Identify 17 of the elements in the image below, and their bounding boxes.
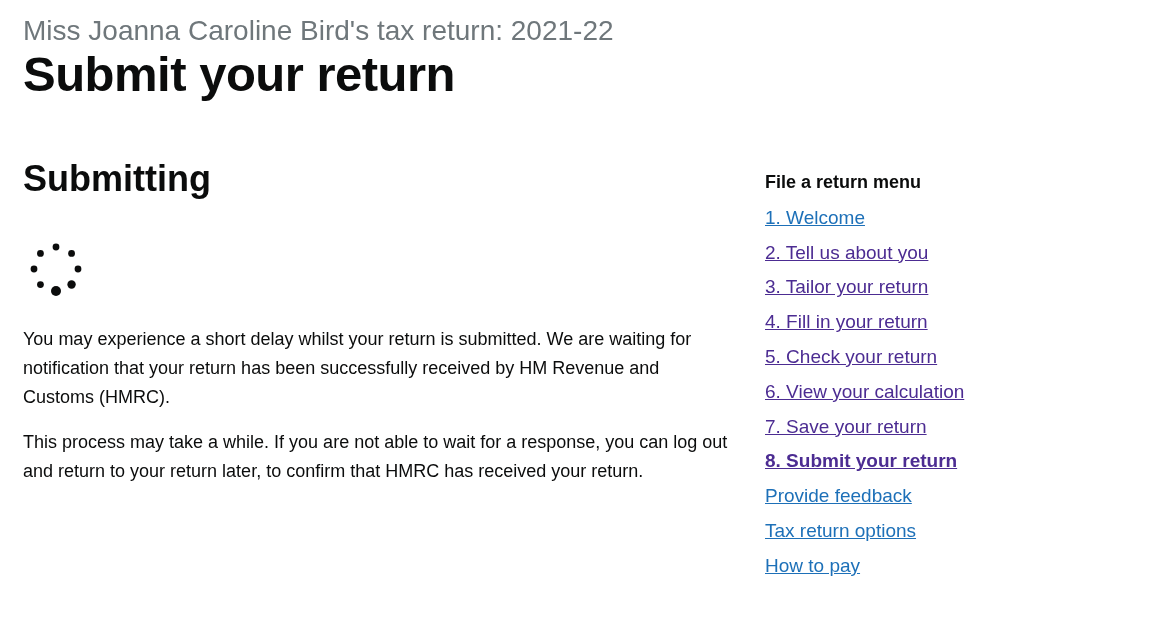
menu-link[interactable]: 6. View your calculation xyxy=(765,380,965,402)
menu-link[interactable]: Provide feedback xyxy=(765,485,912,507)
menu-link[interactable]: 5. Check your return xyxy=(765,346,938,368)
page-title: Submit your return xyxy=(23,47,457,102)
menu-link[interactable]: 4. Fill in your return xyxy=(765,311,928,333)
menu-link[interactable]: 3. Tailor your return xyxy=(765,276,929,298)
menu-link[interactable]: How to pay xyxy=(765,554,861,576)
section-heading: Submitting xyxy=(23,157,212,201)
menu-link[interactable]: 2. Tell us about you xyxy=(765,241,929,263)
body-paragraph: You may experience a short delay whilst your return is submitted. We are waiting for notification that your return has been successfully received by HM Revenue and Customs (HMRC). xyxy=(23,327,693,409)
menu-heading: File a return menu xyxy=(765,171,923,195)
menu-link[interactable]: Tax return options xyxy=(765,520,917,542)
page-caption: Miss Joanna Caroline Bird's tax return: 2021-22 xyxy=(23,14,615,48)
body-paragraph: This process may take a while. If you are not able to wait for a response, you can log out and return to your return later, to confirm that HMRC has received your return. xyxy=(23,430,729,483)
menu-link[interactable]: 1. Welcome xyxy=(765,206,865,228)
menu-link[interactable]: 7. Save your return xyxy=(765,415,927,437)
menu-link[interactable]: 8. Submit your return xyxy=(765,450,958,472)
